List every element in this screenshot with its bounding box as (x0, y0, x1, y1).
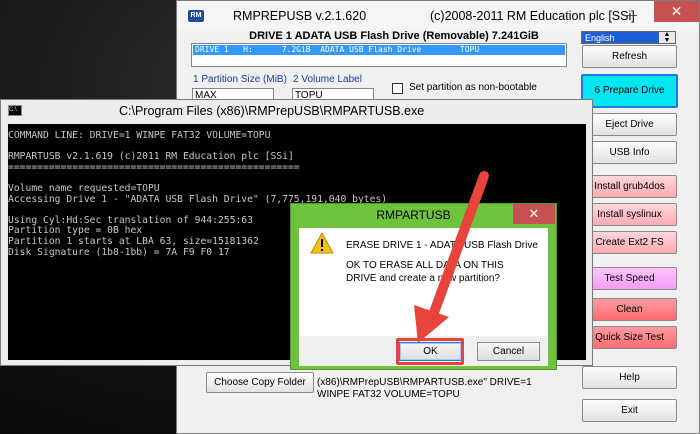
main-window-copyright: (c)2008-2011 RM Education plc [SSi] (430, 9, 635, 23)
main-titlebar[interactable]: RM RMPREPUSB v.2.1.620 (c)2008-2011 RM E… (177, 1, 699, 31)
refresh-button[interactable]: Refresh (582, 45, 677, 68)
drive-header: DRIVE 1 ADATA USB Flash Drive (Removable… (249, 30, 539, 42)
language-spinner-icon[interactable]: ▲ ▼ (659, 31, 675, 44)
console-line: COMMAND LINE: DRIVE=1 WINPE FAT32 VOLUME… (8, 130, 271, 141)
quick-size-test-button[interactable]: Quick Size Test (582, 326, 677, 349)
nonbootable-checkbox[interactable] (392, 83, 403, 94)
console-title: C:\Program Files (x86)\RMPrepUSB\RMPARTU… (119, 104, 425, 118)
nonbootable-label: Set partition as non-bootable (409, 82, 537, 93)
console-titlebar[interactable]: C:\ C:\Program Files (x86)\RMPrepUSB\RMP… (1, 100, 592, 122)
minimize-icon[interactable]: — (623, 6, 637, 22)
usb-info-button[interactable]: USB Info (582, 141, 677, 164)
dialog-heading: ERASE DRIVE 1 - ADATA USB Flash Drive (346, 240, 538, 251)
ok-highlight-box (396, 338, 464, 365)
install-grub4dos-button[interactable]: Install grub4dos (582, 175, 677, 198)
drive-list-item[interactable]: DRIVE 1 H: 7.2GiB ADATA USB Flash Drive … (193, 45, 565, 55)
console-icon: C:\ (8, 105, 22, 116)
dialog-titlebar[interactable]: RMPARTUSB ✕ (291, 204, 556, 226)
rm-app-icon: RM (188, 10, 204, 22)
console-line: ========================================… (8, 161, 300, 173)
close-icon[interactable]: ✕ (513, 204, 555, 224)
create-ext2-button[interactable]: Create Ext2 FS (582, 231, 677, 254)
test-speed-button[interactable]: Test Speed (582, 267, 677, 290)
exit-button[interactable]: Exit (582, 399, 677, 422)
console-line: Volume name requested=TOPU (8, 182, 160, 194)
choose-copy-folder-button[interactable]: Choose Copy Folder (206, 372, 314, 393)
prepare-drive-button[interactable]: 6 Prepare Drive (581, 74, 678, 108)
clean-button[interactable]: Clean (582, 298, 677, 321)
install-syslinux-button[interactable]: Install syslinux (582, 203, 677, 226)
partition-size-label: 1 Partition Size (MiB) (193, 74, 287, 85)
dialog-title: RMPARTUSB (376, 208, 451, 222)
eject-drive-button[interactable]: Eject Drive (582, 113, 677, 136)
command-preview: (x86)\RMPrepUSB\RMPARTUSB.exe" DRIVE=1 W… (317, 377, 532, 400)
warning-icon (310, 232, 334, 254)
volume-label-label: 2 Volume Label (293, 74, 362, 85)
drive-list[interactable]: DRIVE 1 H: 7.2GiB ADATA USB Flash Drive … (191, 43, 567, 67)
dialog-message: OK TO ERASE ALL DATA ON THIS DRIVE and c… (346, 260, 504, 284)
main-window-title: RMPREPUSB v.2.1.620 (233, 9, 367, 23)
close-icon[interactable]: ✕ (654, 1, 699, 22)
cancel-button[interactable]: Cancel (477, 342, 540, 361)
help-button[interactable]: Help (582, 366, 677, 389)
